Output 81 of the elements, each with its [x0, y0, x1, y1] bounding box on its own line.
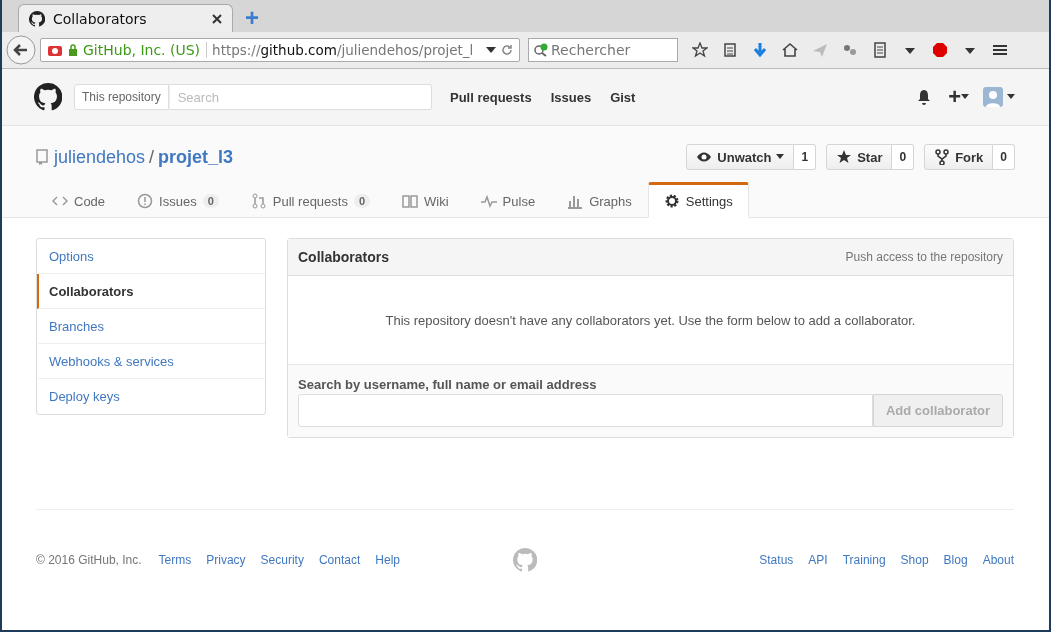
dropdown-caret-icon[interactable]: [486, 46, 496, 54]
panel-note: Push access to the repository: [845, 250, 1003, 264]
username-input[interactable]: [298, 394, 873, 427]
star-button[interactable]: Star: [826, 144, 893, 170]
caret-icon: [776, 154, 785, 160]
field-label: Search by username, full name or email address: [298, 377, 598, 392]
counter: 0: [202, 194, 219, 208]
pull-request-icon: [250, 193, 267, 209]
repo-tab[interactable]: Pull requests 0: [234, 182, 387, 218]
tab-title: Collaborators: [53, 10, 148, 27]
count-link[interactable]: 1: [794, 144, 817, 170]
search-icon: [533, 43, 549, 57]
fork-button[interactable]: Fork: [924, 144, 994, 170]
repo-tab[interactable]: Pulse: [464, 182, 552, 218]
repo-name-link[interactable]: projet_l3: [158, 146, 234, 168]
counter: 0: [353, 194, 371, 208]
repo-tab[interactable]: Wiki: [386, 182, 465, 218]
watch-button[interactable]: Unwatch: [686, 144, 795, 170]
book-icon: [402, 193, 419, 209]
owner-link[interactable]: juliendehos: [54, 146, 146, 168]
clipboard-icon[interactable]: [722, 42, 738, 58]
repo-icon: [36, 149, 48, 165]
footer-link[interactable]: Privacy: [206, 553, 246, 567]
panel-title: Collaborators: [298, 249, 389, 265]
search-field[interactable]: Rechercher: [528, 38, 678, 62]
download-icon[interactable]: [752, 42, 768, 58]
nav-link[interactable]: Gist: [610, 89, 636, 105]
site-identity: GitHub, Inc. (US): [83, 42, 208, 58]
star-icon: [836, 149, 853, 165]
new-tab-button[interactable]: +: [245, 4, 259, 32]
footer-link[interactable]: Contact: [318, 553, 361, 567]
empty-message: This repository doesn't have any collaborators yet. Use the form below to add a collaborator.: [385, 312, 916, 328]
sidebar-item[interactable]: Branches: [37, 309, 265, 344]
nav-link[interactable]: Issues: [550, 89, 592, 105]
footer-link[interactable]: Security: [260, 553, 304, 567]
nav-link[interactable]: Pull requests: [450, 89, 532, 105]
browser-tab[interactable]: Collaborators: [18, 4, 233, 32]
search-field[interactable]: Search: [168, 84, 432, 110]
camera-icon: [47, 43, 63, 57]
address-bar[interactable]: GitHub, Inc. (US) https://github.com/juliendehos/projet_l: [40, 38, 520, 62]
github-logo-icon: [29, 10, 45, 27]
repo-tab[interactable]: Issues 0: [121, 182, 235, 218]
dropdown-caret-icon[interactable]: [1007, 94, 1015, 100]
count-link[interactable]: 0: [892, 144, 915, 170]
footer-link[interactable]: Help: [375, 553, 400, 567]
sidebar-item[interactable]: Webhooks & services: [37, 344, 265, 379]
repo-tab[interactable]: Code: [36, 182, 122, 218]
footer-link[interactable]: Training: [842, 553, 886, 567]
footer-link[interactable]: Terms: [158, 553, 192, 567]
bar-chart-icon: [567, 193, 584, 209]
sidebar-item[interactable]: Options: [37, 239, 265, 274]
count-link[interactable]: 0: [993, 144, 1015, 170]
footer-link[interactable]: Status: [759, 553, 794, 567]
footer-link[interactable]: About: [982, 553, 1014, 567]
github-logo-icon[interactable]: [34, 83, 62, 111]
dropdown-caret-icon[interactable]: [961, 94, 969, 100]
reload-icon[interactable]: [501, 44, 513, 56]
bell-icon[interactable]: [916, 89, 933, 105]
home-icon[interactable]: [782, 42, 798, 58]
gear-icon: [663, 193, 680, 209]
notepad-icon[interactable]: [872, 42, 888, 58]
star-icon[interactable]: [692, 42, 708, 58]
path-separator: /: [149, 146, 155, 168]
close-icon[interactable]: [212, 13, 222, 24]
sidebar-item[interactable]: Deploy keys: [37, 379, 265, 414]
copyright-text: © 2016 GitHub, Inc.: [36, 553, 142, 567]
url-text: https://github.com/juliendehos/projet_l: [212, 42, 475, 58]
scope-label: This repository: [74, 84, 169, 110]
footer-link[interactable]: Blog: [943, 553, 968, 567]
footer-link[interactable]: Shop: [900, 553, 929, 567]
repo-tab[interactable]: Graphs: [551, 182, 648, 218]
sidebar-item[interactable]: Collaborators: [37, 274, 265, 309]
menu-icon[interactable]: [992, 42, 1008, 58]
footer-link[interactable]: API: [808, 553, 828, 567]
new-menu-button[interactable]: +: [948, 87, 961, 107]
pulse-icon: [480, 193, 497, 209]
issue-icon: [137, 193, 154, 209]
lock-icon: [68, 44, 78, 56]
fork-icon: [934, 149, 951, 165]
repo-tab[interactable]: Settings: [647, 182, 749, 218]
back-icon[interactable]: [6, 35, 36, 65]
